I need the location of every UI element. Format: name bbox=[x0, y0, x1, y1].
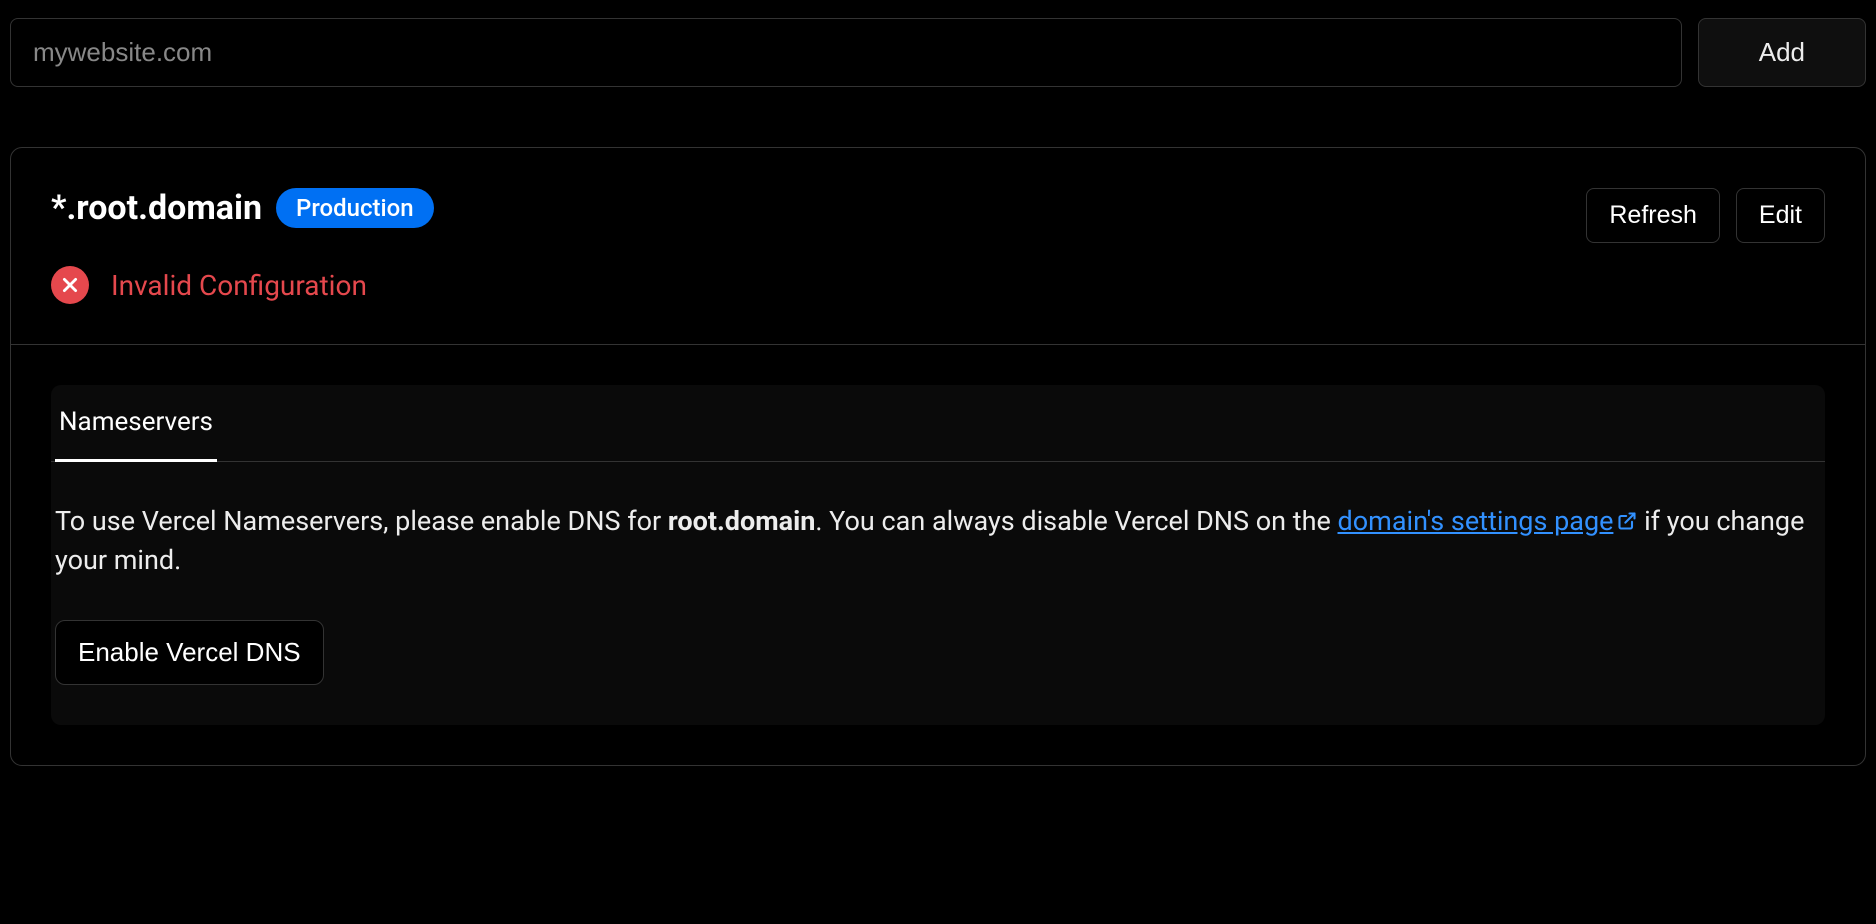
description-part2: . You can always disable Vercel DNS on t… bbox=[815, 505, 1337, 537]
panel-content: To use Vercel Nameservers, please enable… bbox=[51, 462, 1825, 725]
description-part1: To use Vercel Nameservers, please enable… bbox=[55, 505, 668, 537]
tab-nameservers[interactable]: Nameservers bbox=[55, 385, 217, 462]
settings-page-link-text: domain's settings page bbox=[1338, 505, 1614, 537]
nameservers-description: To use Vercel Nameservers, please enable… bbox=[55, 502, 1821, 580]
tabs: Nameservers bbox=[51, 385, 1825, 462]
status-row: Invalid Configuration bbox=[51, 266, 1825, 304]
status-text: Invalid Configuration bbox=[111, 269, 367, 302]
description-bold-domain: root.domain bbox=[668, 505, 816, 537]
title-row: *.root.domain Production bbox=[51, 188, 1825, 228]
action-buttons: Refresh Edit bbox=[1586, 188, 1825, 243]
domain-card: *.root.domain Production Refresh Edit In… bbox=[10, 147, 1866, 766]
add-button[interactable]: Add bbox=[1698, 18, 1866, 87]
domain-input[interactable] bbox=[10, 18, 1682, 87]
edit-button[interactable]: Edit bbox=[1736, 188, 1825, 243]
inner-panel: Nameservers To use Vercel Nameservers, p… bbox=[51, 385, 1825, 725]
card-body: Nameservers To use Vercel Nameservers, p… bbox=[11, 345, 1865, 765]
add-domain-row: Add bbox=[10, 18, 1866, 87]
settings-page-link[interactable]: domain's settings page bbox=[1338, 505, 1638, 537]
external-link-icon bbox=[1617, 502, 1637, 541]
card-header: *.root.domain Production Refresh Edit In… bbox=[11, 148, 1865, 345]
domain-title: *.root.domain bbox=[51, 188, 262, 228]
error-icon bbox=[51, 266, 89, 304]
enable-vercel-dns-button[interactable]: Enable Vercel DNS bbox=[55, 620, 324, 685]
environment-badge: Production bbox=[276, 188, 434, 228]
refresh-button[interactable]: Refresh bbox=[1586, 188, 1720, 243]
